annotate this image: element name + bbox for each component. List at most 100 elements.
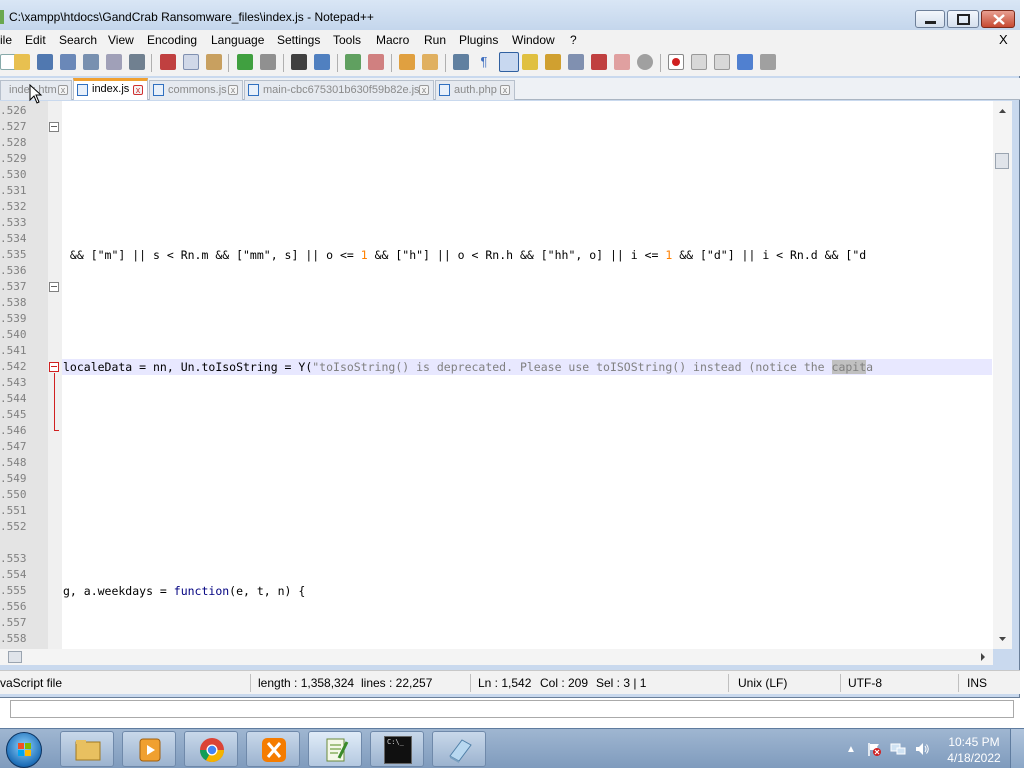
selected-text: capit [831,360,867,374]
title-bar[interactable]: C:\xampp\htdocs\GandCrab Ransomware_file… [0,0,1020,30]
line-number: .528 [0,136,27,149]
zoom-in-icon[interactable] [345,54,361,70]
line-number: .558 [0,632,27,645]
close-all-icon[interactable] [106,54,122,70]
vertical-scrollbar[interactable] [993,101,1012,649]
folder-as-workspace-icon[interactable] [591,54,607,70]
user-defined-language-icon[interactable] [522,54,538,70]
tab-close-icon[interactable]: x [419,85,429,95]
line-number: .544 [0,392,27,405]
sync-vertical-icon[interactable] [399,54,415,70]
menu-file[interactable]: ile [0,33,12,47]
tab-label: main-cbc675301b630f59b82e.js [263,84,420,96]
action-center-flag-icon[interactable] [866,741,882,757]
fold-toggle-icon[interactable] [49,122,59,132]
volume-icon[interactable] [914,741,930,757]
file-type-status: vaScript file [0,676,63,690]
line-number: .554 [0,568,27,581]
menu-run[interactable]: Run [424,33,446,47]
file-icon [77,84,88,96]
taskbar-chrome-button[interactable] [184,731,238,767]
close-button[interactable] [981,10,1015,28]
indent-guide-icon[interactable] [499,52,519,72]
code-line-542: localeData = nn, Un.toIsoString = Y("toI… [63,360,993,374]
fold-toggle-icon[interactable] [49,282,59,292]
replace-icon[interactable] [314,54,330,70]
clock-date[interactable]: 4/18/2022 [946,751,1002,765]
start-button[interactable] [6,732,42,768]
play-macro-icon[interactable] [714,54,730,70]
status-bar: vaScript file length : 1,358,324 lines :… [0,670,1020,694]
find-icon[interactable] [291,54,307,70]
horizontal-scrollbar[interactable] [0,649,993,665]
stop-macro-icon[interactable] [691,54,707,70]
fold-toggle-icon[interactable] [49,362,59,372]
menu-encoding[interactable]: Encoding [147,33,197,47]
minimize-icon [925,21,936,24]
taskbar-media-player-button[interactable] [122,731,176,767]
menu-search[interactable]: Search [59,33,97,47]
eye-icon[interactable] [637,54,653,70]
vertical-scroll-thumb[interactable] [995,153,1009,169]
toolbar-separator [337,54,338,72]
menu-language[interactable]: Language [211,33,264,47]
open-file-icon[interactable] [14,54,30,70]
taskbar-notepad-plus-plus-button[interactable] [308,731,362,767]
tab-index-js[interactable]: index.js x [73,78,148,100]
tab-close-icon[interactable]: x [133,85,143,95]
maximize-button[interactable] [947,10,979,28]
copy-icon[interactable] [183,54,199,70]
run-macro-multiple-icon[interactable] [737,54,753,70]
tab-auth-php[interactable]: auth.php x [435,80,515,100]
menu-plugins[interactable]: Plugins [459,33,498,47]
save-all-icon[interactable] [60,54,76,70]
menu-help[interactable]: ? [570,33,577,47]
word-wrap-icon[interactable] [453,54,469,70]
menu-view[interactable]: View [108,33,134,47]
close-document-button[interactable]: X [999,32,1008,47]
show-hidden-icons-button[interactable]: ▲ [846,744,856,755]
network-icon[interactable] [890,741,906,757]
document-map-icon[interactable] [545,54,561,70]
notepad-plus-plus-icon [326,738,349,762]
tab-commons-js[interactable]: commons.js x [149,80,243,100]
redo-icon[interactable] [260,54,276,70]
horizontal-scroll-thumb[interactable] [8,651,22,663]
menu-tools[interactable]: Tools [333,33,361,47]
minimize-button[interactable] [915,10,945,28]
menu-edit[interactable]: Edit [25,33,46,47]
column-position-status: Col : 209 [540,676,589,690]
tab-close-icon[interactable]: x [58,85,68,95]
close-file-icon[interactable] [83,54,99,70]
show-all-characters-icon[interactable]: ¶ [476,54,492,70]
taskbar-xampp-button[interactable] [246,731,300,767]
save-macro-icon[interactable] [760,54,776,70]
code-string: a [866,360,874,374]
code-editor[interactable]: .526 .527 .528 .529 .530 .531 .532 .533 … [0,101,1012,649]
code-string: "toIsoString() is deprecated. Please use… [312,360,832,374]
print-icon[interactable] [129,54,145,70]
function-list-icon[interactable] [568,54,584,70]
taskbar-notepad-button[interactable] [432,731,486,767]
undo-icon[interactable] [237,54,253,70]
zoom-out-icon[interactable] [368,54,384,70]
tab-close-icon[interactable]: x [228,85,238,95]
tab-close-icon[interactable]: x [500,85,510,95]
menu-window[interactable]: Window [512,33,555,47]
monitoring-icon[interactable] [614,54,630,70]
cut-icon[interactable] [160,54,176,70]
code-number: 1 [360,248,368,262]
clock-time[interactable]: 10:45 PM [946,735,1002,749]
app-icon [0,10,4,24]
taskbar-explorer-button[interactable] [60,731,114,767]
paste-icon[interactable] [206,54,222,70]
menu-macro[interactable]: Macro [376,33,409,47]
taskbar-cmd-button[interactable]: C:\_ [370,731,424,767]
show-desktop-button[interactable] [1010,729,1024,768]
tab-main-js[interactable]: main-cbc675301b630f59b82e.js x [244,80,434,100]
length-status: length : 1,358,324 [258,676,355,690]
menu-settings[interactable]: Settings [277,33,320,47]
save-icon[interactable] [37,54,53,70]
record-macro-icon[interactable] [668,54,684,70]
sync-horizontal-icon[interactable] [422,54,438,70]
